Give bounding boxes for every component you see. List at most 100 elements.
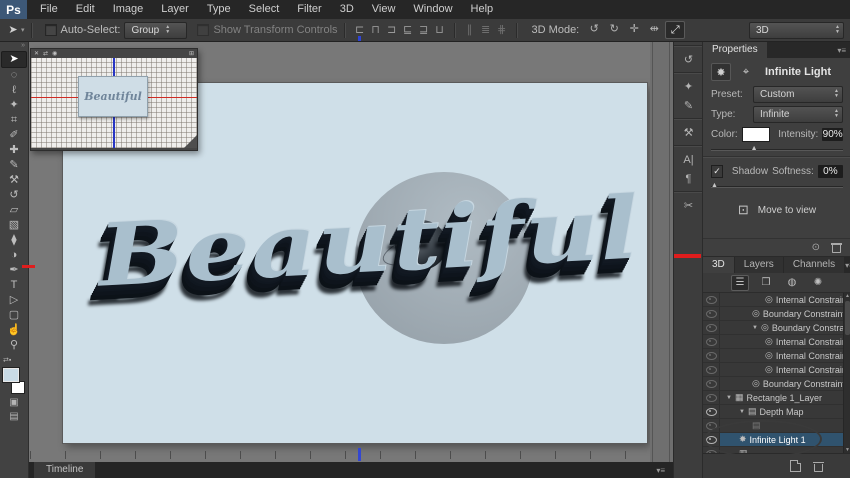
layer-row-content[interactable]: ▼◎Boundary Constraint 8 — [720, 321, 844, 334]
toolbar-collapse-icon[interactable]: » — [0, 42, 28, 51]
visibility-cell[interactable] — [703, 293, 720, 306]
auto-select-target-dropdown[interactable]: Group ▲▼ — [124, 22, 187, 39]
type-dropdown[interactable]: Infinite ▲▼ — [753, 106, 843, 123]
eye-icon[interactable] — [706, 366, 717, 374]
tab-channels[interactable]: Channels — [784, 257, 844, 273]
menu-type[interactable]: Type — [198, 0, 240, 19]
dodge-tool[interactable]: ◑ — [2, 248, 26, 263]
materials-filter-icon[interactable]: ◍ — [783, 275, 801, 291]
visibility-cell[interactable] — [703, 363, 720, 376]
layer-row[interactable]: ▼▤Depth Map — [703, 405, 844, 419]
panel-menu-icon[interactable]: ▾≡ — [837, 46, 846, 55]
brush-tool[interactable]: ✎ — [2, 158, 26, 173]
distribute-horizontal-icon[interactable]: ∥ — [462, 22, 478, 38]
crop-tool[interactable]: ⌗ — [2, 113, 26, 128]
gradient-tool[interactable]: ▧ — [2, 218, 26, 233]
scroll-up-icon[interactable]: ▲ — [845, 293, 850, 299]
layer-row[interactable]: ▼▦Rectangle 1_Layer — [703, 391, 844, 405]
quick-selection-tool[interactable]: ✦ — [2, 98, 26, 113]
tab-layers[interactable]: Layers — [735, 257, 783, 273]
resize-corner-handle[interactable] — [184, 135, 197, 148]
secondary-3d-view[interactable]: ✕⇄◉ ⊞ Beautiful — [30, 48, 198, 151]
tool-preset-dropdown-icon[interactable]: ▾ — [21, 26, 25, 34]
menu-help[interactable]: Help — [462, 0, 503, 19]
screen-mode-icon[interactable]: ▤ — [2, 411, 26, 422]
history-brush-tool[interactable]: ↺ — [2, 188, 26, 203]
scrollbar[interactable]: ▲ ▼ — [843, 293, 850, 453]
intensity-value-field[interactable]: 90% — [822, 128, 843, 141]
brushes-panel-icon[interactable]: ✎ — [674, 96, 703, 115]
align-top-edges-icon[interactable]: ⊑ — [400, 22, 416, 38]
swap-view-icon[interactable]: ⇄ — [43, 50, 48, 57]
3d-rotate-icon[interactable]: ↺ — [585, 21, 603, 37]
eye-icon[interactable] — [706, 324, 717, 332]
layer-row-content[interactable]: ◎Internal Constraint 6 — [720, 293, 844, 306]
menu-file[interactable]: File — [31, 0, 67, 19]
menu-edit[interactable]: Edit — [67, 0, 104, 19]
layer-row-content[interactable]: ◎Internal Constraint... — [720, 349, 844, 362]
layer-row-content[interactable]: ▼▦Rectangle 1_Layer — [720, 391, 844, 404]
tab-3d[interactable]: 3D — [703, 257, 734, 273]
visibility-cell[interactable] — [703, 405, 720, 418]
layer-row-content[interactable]: ◎Boundary Constraint 7 — [720, 307, 844, 320]
marquee-tool[interactable]: ◌ — [2, 68, 26, 83]
light-coordinates-icon[interactable]: ⌖ — [736, 63, 756, 81]
hand-tool[interactable]: ☝ — [2, 323, 26, 338]
tab-properties[interactable]: Properties — [703, 42, 767, 58]
scrollbar-thumb[interactable] — [845, 301, 850, 335]
intensity-slider[interactable]: ▲ — [711, 145, 843, 153]
layer-row-content[interactable]: ◎Internal Constraint 9 — [720, 335, 844, 348]
expand-triangle-icon[interactable]: ▼ — [739, 409, 745, 415]
expand-triangle-icon[interactable]: ▼ — [726, 395, 732, 401]
eye-icon[interactable] — [706, 296, 717, 304]
foreground-color-swatch[interactable] — [3, 368, 19, 382]
visibility-cell[interactable] — [703, 335, 720, 348]
eye-icon[interactable] — [706, 352, 717, 360]
3d-scale-icon[interactable]: ⤢ — [665, 21, 685, 39]
new-item-icon[interactable] — [790, 460, 801, 472]
visibility-cell[interactable] — [703, 307, 720, 320]
3d-roll-icon[interactable]: ↻ — [605, 21, 623, 37]
visibility-cell[interactable] — [703, 391, 720, 404]
menu-layer[interactable]: Layer — [152, 0, 198, 19]
panel-menu-icon[interactable]: ▾≡ — [845, 261, 850, 270]
close-icon[interactable]: ✕ — [34, 50, 39, 57]
menu-filter[interactable]: Filter — [288, 0, 330, 19]
layer-row[interactable]: ◎Boundary Constraint 12 — [703, 377, 844, 391]
light-properties-icon[interactable]: ✸ — [711, 63, 731, 81]
timeline-playhead[interactable] — [358, 448, 361, 461]
eyedropper-tool[interactable]: ✐ — [2, 128, 26, 143]
delete-icon[interactable] — [814, 461, 823, 472]
layer-row[interactable]: ◎Internal Constraint... — [703, 363, 844, 377]
move-tool-icon[interactable]: ➤ — [5, 22, 21, 38]
clone-source-panel-icon[interactable]: ⚒ — [674, 123, 703, 142]
blur-tool[interactable]: ⧫ — [2, 233, 26, 248]
3d-slide-icon[interactable]: ⇹ — [645, 21, 663, 37]
3d-text-object[interactable]: Beautiful — [36, 174, 701, 309]
expand-triangle-icon[interactable]: ▼ — [752, 325, 758, 331]
distribute-spacing-icon[interactable]: ⋕ — [494, 22, 510, 38]
lasso-tool[interactable]: ℓ — [2, 83, 26, 98]
layer-row-content[interactable]: ◎Boundary Constraint 12 — [720, 377, 844, 390]
camera-icon[interactable]: ◉ — [52, 50, 57, 57]
visibility-cell[interactable] — [703, 349, 720, 362]
intensity-slider-thumb[interactable]: ▲ — [751, 145, 758, 153]
background-color-swatch[interactable] — [11, 381, 25, 394]
toggle-light-icon[interactable]: ⊙ — [812, 242, 820, 253]
eye-icon[interactable] — [706, 310, 717, 318]
history-panel-icon[interactable]: ↺ — [674, 50, 703, 69]
show-transform-checkbox[interactable] — [197, 24, 209, 36]
scene-filter-icon[interactable]: ☰ — [731, 275, 749, 291]
move-tool[interactable]: ➤ — [1, 51, 27, 68]
eraser-tool[interactable]: ▱ — [2, 203, 26, 218]
tab-timeline[interactable]: Timeline — [34, 462, 95, 478]
visibility-cell[interactable] — [703, 377, 720, 390]
swap-colors-icon[interactable]: ⇄▪ — [1, 356, 27, 364]
layer-row[interactable]: ◎Boundary Constraint 7 — [703, 307, 844, 321]
move-to-view-button[interactable]: ⊡ Move to view — [703, 202, 850, 218]
eye-icon[interactable] — [706, 380, 717, 388]
light-color-swatch[interactable] — [742, 127, 771, 142]
workspace-dropdown[interactable]: 3D ▲▼ — [749, 22, 844, 39]
path-selection-tool[interactable]: ▷ — [2, 293, 26, 308]
menu-window[interactable]: Window — [404, 0, 461, 19]
